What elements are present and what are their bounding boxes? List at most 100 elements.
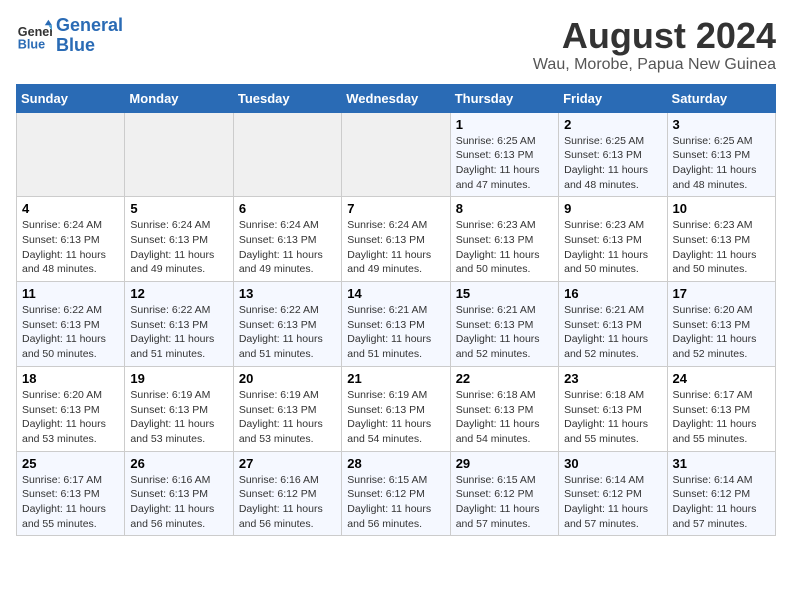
- header-cell-thursday: Thursday: [450, 84, 558, 112]
- day-number: 11: [22, 286, 119, 301]
- day-info: Sunrise: 6:21 AMSunset: 6:13 PMDaylight:…: [564, 303, 661, 362]
- calendar-cell: 6 Sunrise: 6:24 AMSunset: 6:13 PMDaylight…: [233, 197, 341, 282]
- day-number: 1: [456, 117, 553, 132]
- logo: General Blue GeneralBlue: [16, 16, 123, 56]
- day-info: Sunrise: 6:21 AMSunset: 6:13 PMDaylight:…: [347, 303, 444, 362]
- day-number: 6: [239, 201, 336, 216]
- day-info: Sunrise: 6:16 AMSunset: 6:13 PMDaylight:…: [130, 473, 227, 532]
- calendar-cell: 2 Sunrise: 6:25 AMSunset: 6:13 PMDaylight…: [559, 112, 667, 197]
- calendar-cell: 20 Sunrise: 6:19 AMSunset: 6:13 PMDayligh…: [233, 366, 341, 451]
- day-number: 2: [564, 117, 661, 132]
- calendar-cell: 19 Sunrise: 6:19 AMSunset: 6:13 PMDayligh…: [125, 366, 233, 451]
- day-number: 25: [22, 456, 119, 471]
- calendar-cell: 28 Sunrise: 6:15 AMSunset: 6:12 PMDayligh…: [342, 451, 450, 536]
- day-info: Sunrise: 6:24 AMSunset: 6:13 PMDaylight:…: [347, 218, 444, 277]
- day-info: Sunrise: 6:15 AMSunset: 6:12 PMDaylight:…: [456, 473, 553, 532]
- day-info: Sunrise: 6:15 AMSunset: 6:12 PMDaylight:…: [347, 473, 444, 532]
- header-cell-wednesday: Wednesday: [342, 84, 450, 112]
- day-number: 18: [22, 371, 119, 386]
- calendar-cell: 30 Sunrise: 6:14 AMSunset: 6:12 PMDayligh…: [559, 451, 667, 536]
- day-number: 29: [456, 456, 553, 471]
- calendar-cell: [17, 112, 125, 197]
- day-info: Sunrise: 6:21 AMSunset: 6:13 PMDaylight:…: [456, 303, 553, 362]
- day-info: Sunrise: 6:22 AMSunset: 6:13 PMDaylight:…: [239, 303, 336, 362]
- calendar-cell: [342, 112, 450, 197]
- calendar-week-row: 18 Sunrise: 6:20 AMSunset: 6:13 PMDayligh…: [17, 366, 776, 451]
- calendar-cell: 25Sunrise: 6:17 AMSunset: 6:13 PMDayligh…: [17, 451, 125, 536]
- title-area: August 2024 Wau, Morobe, Papua New Guine…: [533, 16, 776, 74]
- calendar-cell: 8 Sunrise: 6:23 AMSunset: 6:13 PMDaylight…: [450, 197, 558, 282]
- day-number: 9: [564, 201, 661, 216]
- calendar-cell: 5 Sunrise: 6:24 AMSunset: 6:13 PMDaylight…: [125, 197, 233, 282]
- calendar-week-row: 4 Sunrise: 6:24 AMSunset: 6:13 PMDaylight…: [17, 197, 776, 282]
- day-info: Sunrise: 6:20 AMSunset: 6:13 PMDaylight:…: [22, 388, 119, 447]
- calendar-week-row: 11 Sunrise: 6:22 AMSunset: 6:13 PMDayligh…: [17, 282, 776, 367]
- calendar-cell: 9 Sunrise: 6:23 AMSunset: 6:13 PMDaylight…: [559, 197, 667, 282]
- day-number: 17: [673, 286, 770, 301]
- day-number: 26: [130, 456, 227, 471]
- day-number: 14: [347, 286, 444, 301]
- svg-text:Blue: Blue: [18, 37, 45, 51]
- logo-text: GeneralBlue: [56, 16, 123, 56]
- calendar-week-row: 25Sunrise: 6:17 AMSunset: 6:13 PMDayligh…: [17, 451, 776, 536]
- subtitle: Wau, Morobe, Papua New Guinea: [533, 56, 776, 74]
- day-number: 22: [456, 371, 553, 386]
- day-info: Sunrise: 6:23 AMSunset: 6:13 PMDaylight:…: [456, 218, 553, 277]
- calendar-cell: 21Sunrise: 6:19 AMSunset: 6:13 PMDayligh…: [342, 366, 450, 451]
- calendar-cell: 29 Sunrise: 6:15 AMSunset: 6:12 PMDayligh…: [450, 451, 558, 536]
- day-number: 10: [673, 201, 770, 216]
- day-number: 4: [22, 201, 119, 216]
- day-number: 8: [456, 201, 553, 216]
- calendar-cell: 27 Sunrise: 6:16 AMSunset: 6:12 PMDayligh…: [233, 451, 341, 536]
- day-info: Sunrise: 6:18 AMSunset: 6:13 PMDaylight:…: [456, 388, 553, 447]
- header-cell-monday: Monday: [125, 84, 233, 112]
- calendar-cell: 3Sunrise: 6:25 AMSunset: 6:13 PMDaylight…: [667, 112, 775, 197]
- calendar-week-row: 1 Sunrise: 6:25 AMSunset: 6:13 PMDaylight…: [17, 112, 776, 197]
- day-number: 30: [564, 456, 661, 471]
- day-info: Sunrise: 6:24 AMSunset: 6:13 PMDaylight:…: [239, 218, 336, 277]
- calendar-cell: [233, 112, 341, 197]
- header-cell-tuesday: Tuesday: [233, 84, 341, 112]
- calendar-cell: 15 Sunrise: 6:21 AMSunset: 6:13 PMDayligh…: [450, 282, 558, 367]
- day-info: Sunrise: 6:24 AMSunset: 6:13 PMDaylight:…: [22, 218, 119, 277]
- calendar-cell: 14 Sunrise: 6:21 AMSunset: 6:13 PMDayligh…: [342, 282, 450, 367]
- day-info: Sunrise: 6:24 AMSunset: 6:13 PMDaylight:…: [130, 218, 227, 277]
- day-number: 28: [347, 456, 444, 471]
- calendar-cell: 10 Sunrise: 6:23 AMSunset: 6:13 PMDayligh…: [667, 197, 775, 282]
- day-number: 3: [673, 117, 770, 132]
- day-info: Sunrise: 6:16 AMSunset: 6:12 PMDaylight:…: [239, 473, 336, 532]
- day-info: Sunrise: 6:19 AMSunset: 6:13 PMDaylight:…: [130, 388, 227, 447]
- day-info: Sunrise: 6:19 AMSunset: 6:13 PMDaylight:…: [239, 388, 336, 447]
- day-info: Sunrise: 6:23 AMSunset: 6:13 PMDaylight:…: [673, 218, 770, 277]
- day-info: Sunrise: 6:19 AMSunset: 6:13 PMDaylight:…: [347, 388, 444, 447]
- day-number: 19: [130, 371, 227, 386]
- day-number: 27: [239, 456, 336, 471]
- day-number: 16: [564, 286, 661, 301]
- calendar-cell: 11Sunrise: 6:22 AMSunset: 6:13 PMDayligh…: [17, 282, 125, 367]
- calendar-cell: 13 Sunrise: 6:22 AMSunset: 6:13 PMDayligh…: [233, 282, 341, 367]
- calendar-cell: [125, 112, 233, 197]
- day-number: 12: [130, 286, 227, 301]
- day-number: 15: [456, 286, 553, 301]
- calendar-cell: 12 Sunrise: 6:22 AMSunset: 6:13 PMDayligh…: [125, 282, 233, 367]
- calendar-cell: 24Sunrise: 6:17 AMSunset: 6:13 PMDayligh…: [667, 366, 775, 451]
- day-number: 20: [239, 371, 336, 386]
- header-cell-friday: Friday: [559, 84, 667, 112]
- day-number: 5: [130, 201, 227, 216]
- day-info: Sunrise: 6:18 AMSunset: 6:13 PMDaylight:…: [564, 388, 661, 447]
- day-info: Sunrise: 6:22 AMSunset: 6:13 PMDaylight:…: [130, 303, 227, 362]
- day-info: Sunrise: 6:14 AMSunset: 6:12 PMDaylight:…: [564, 473, 661, 532]
- calendar-cell: 31Sunrise: 6:14 AMSunset: 6:12 PMDayligh…: [667, 451, 775, 536]
- header: General Blue GeneralBlue August 2024 Wau…: [16, 16, 776, 74]
- calendar-cell: 4 Sunrise: 6:24 AMSunset: 6:13 PMDaylight…: [17, 197, 125, 282]
- calendar-header-row: SundayMondayTuesdayWednesdayThursdayFrid…: [17, 84, 776, 112]
- day-number: 7: [347, 201, 444, 216]
- day-info: Sunrise: 6:23 AMSunset: 6:13 PMDaylight:…: [564, 218, 661, 277]
- day-number: 31: [673, 456, 770, 471]
- calendar-cell: 16 Sunrise: 6:21 AMSunset: 6:13 PMDayligh…: [559, 282, 667, 367]
- day-number: 13: [239, 286, 336, 301]
- logo-icon: General Blue: [16, 18, 52, 54]
- header-cell-saturday: Saturday: [667, 84, 775, 112]
- day-info: Sunrise: 6:25 AMSunset: 6:13 PMDaylight:…: [564, 134, 661, 193]
- calendar-cell: 7 Sunrise: 6:24 AMSunset: 6:13 PMDaylight…: [342, 197, 450, 282]
